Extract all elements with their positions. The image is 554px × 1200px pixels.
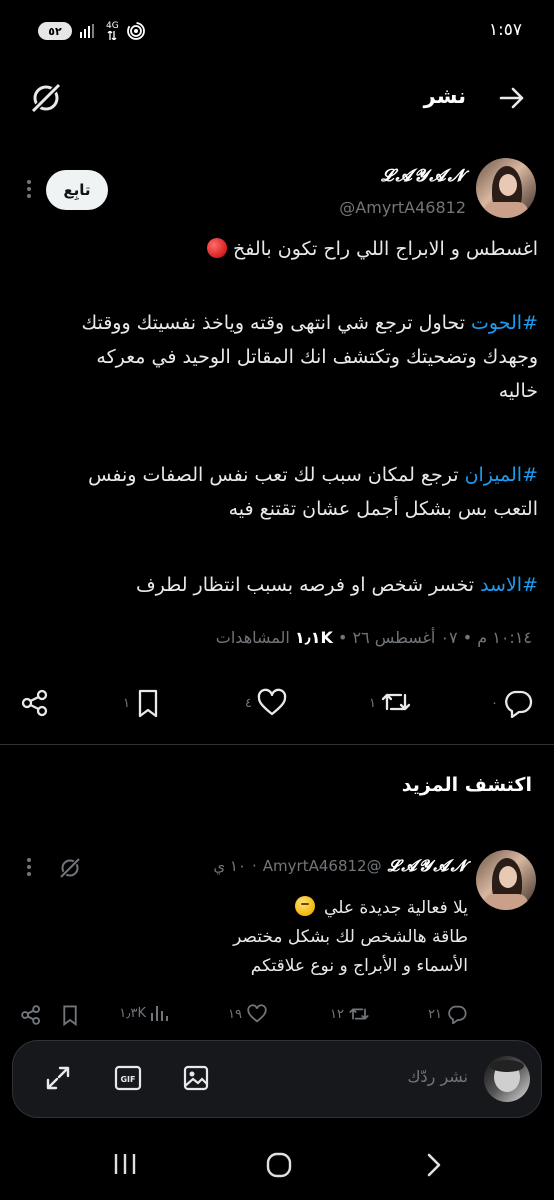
- image-icon[interactable]: [182, 1064, 210, 1092]
- views-count: ١٫١K: [294, 628, 333, 647]
- repost-button[interactable]: ١٢: [330, 1004, 370, 1024]
- like-button[interactable]: ٤: [245, 688, 288, 718]
- gif-icon[interactable]: GIF: [114, 1064, 142, 1092]
- repost-count: ١٢: [330, 1006, 344, 1022]
- share-icon[interactable]: [20, 1004, 42, 1026]
- tweet-time: ١٠ ي: [213, 857, 247, 875]
- reply-button[interactable]: ٠: [491, 688, 534, 718]
- hashtag-link[interactable]: #الحوت: [471, 312, 538, 334]
- reply-input[interactable]: نشر ردّك: [407, 1067, 468, 1086]
- views-button[interactable]: ١٫٣K: [119, 1004, 168, 1022]
- repost-button[interactable]: ١: [369, 688, 412, 718]
- repost-count: ١: [369, 695, 376, 711]
- reply-button[interactable]: ٢١: [428, 1004, 468, 1024]
- expand-icon[interactable]: [44, 1064, 72, 1092]
- views-count: ١٫٣K: [119, 1005, 146, 1021]
- avatar[interactable]: [476, 158, 536, 218]
- bookmark-icon[interactable]: [60, 1004, 80, 1026]
- like-icon: [257, 688, 287, 716]
- author-name[interactable]: 𝓛𝓐𝓨𝓐𝓝: [388, 856, 468, 876]
- avatar[interactable]: [476, 850, 536, 910]
- battery-indicator: ٥٢: [38, 22, 72, 40]
- status-left: ٥٢ 4G: [38, 22, 145, 40]
- follow-button[interactable]: تابِع: [46, 170, 108, 210]
- back-button[interactable]: [424, 1152, 444, 1178]
- network-indicator: 4G: [106, 22, 119, 40]
- like-button[interactable]: ١٩: [228, 1004, 268, 1024]
- reply-count: ٠: [491, 695, 498, 711]
- like-count: ٤: [245, 695, 252, 711]
- tweet2-header: 𝓛𝓐𝓨𝓐𝓝 @AmyrtA46812 · ١٠ ي: [213, 856, 468, 876]
- status-time: ١:٥٧: [488, 20, 522, 40]
- author-handle[interactable]: @AmyrtA46812: [263, 857, 382, 875]
- tweet-paragraph-2: #الميزان ترجع لمكان سبب لك تعب نفس الصفا…: [88, 464, 538, 520]
- hashtag-link[interactable]: #الاسد: [480, 574, 538, 596]
- divider: [0, 744, 554, 745]
- share-button[interactable]: [20, 688, 50, 718]
- tweet-meta: ١٠:١٤ م • ٠٧ أغسطس ٢٦ • ١٫١K المشاهدات: [215, 628, 532, 647]
- hotspot-icon: [126, 22, 145, 40]
- tweet2-body: يلا فعالية جديدة علي طاقة هالشخص لك بشكل…: [233, 896, 468, 976]
- bookmark-icon: [138, 689, 158, 718]
- more-options-icon[interactable]: [27, 858, 31, 876]
- hashtag-link[interactable]: #الميزان: [465, 464, 538, 486]
- svg-text:GIF: GIF: [120, 1075, 135, 1084]
- author-handle[interactable]: @AmyrtA46812: [339, 198, 466, 217]
- bookmark-count: ١: [123, 695, 130, 711]
- bookmark-button[interactable]: ١: [123, 688, 162, 718]
- share-icon: [21, 689, 48, 717]
- like-count: ١٩: [228, 1006, 242, 1022]
- more-options-icon[interactable]: [27, 180, 31, 198]
- reply-count: ٢١: [428, 1006, 442, 1022]
- back-arrow-icon[interactable]: [498, 84, 526, 112]
- thinking-emoji: [294, 896, 315, 916]
- recents-button[interactable]: [112, 1152, 138, 1176]
- like-icon: [247, 1004, 267, 1023]
- repost-icon: [381, 693, 411, 711]
- author-name[interactable]: 𝓛𝓐𝓨𝓐𝓝: [381, 166, 466, 186]
- grok-icon[interactable]: [28, 80, 64, 116]
- avatar: [484, 1056, 530, 1102]
- reply-icon: [505, 690, 533, 718]
- tweet-line-1: اغسطس و الابراج اللي راح تكون بالفخ: [22, 232, 538, 266]
- grok-icon[interactable]: [58, 856, 82, 880]
- reply-icon: [448, 1005, 467, 1024]
- repost-icon: [349, 1008, 369, 1020]
- tweet-paragraph-3: #الاسد تخسر شخص او فرصه بسبب انتظار لطرف: [135, 574, 538, 596]
- home-button[interactable]: [266, 1152, 292, 1178]
- views-icon: [151, 1006, 168, 1021]
- red-circle-emoji: [206, 238, 227, 258]
- discover-heading: اكتشف المزيد: [401, 774, 532, 796]
- page-title: نشر: [423, 84, 466, 108]
- signal-icon: [80, 24, 94, 38]
- tweet-paragraph-1: #الحوت تحاول ترجع شي انتهى وقته وياخذ نف…: [81, 312, 538, 402]
